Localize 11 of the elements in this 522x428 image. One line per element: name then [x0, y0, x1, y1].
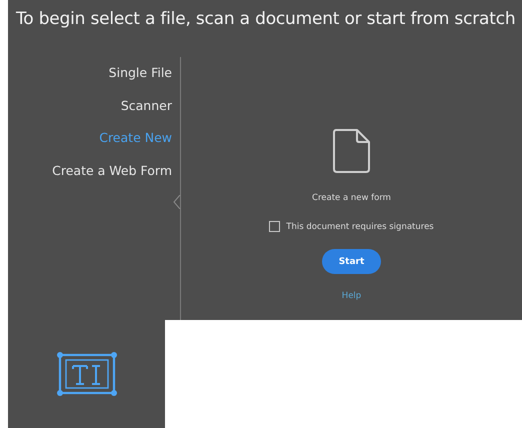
signatures-checkbox[interactable] — [269, 221, 280, 232]
sidebar-item[interactable]: Scanner — [120, 96, 172, 115]
checkbox-label: This document requires signatures — [286, 222, 434, 232]
sidebar-item[interactable]: Create a Web Form — [52, 160, 172, 180]
text-field-icon — [56, 351, 118, 397]
page-heading: To begin select a file, scan a document or start from scratch — [15, 8, 516, 29]
sidebar-item[interactable]: Single File — [108, 63, 172, 82]
selection-notch-icon — [173, 195, 181, 209]
document-icon — [332, 129, 370, 173]
create-form-caption: Create a new form — [312, 193, 391, 203]
start-button[interactable]: Start — [322, 249, 381, 274]
